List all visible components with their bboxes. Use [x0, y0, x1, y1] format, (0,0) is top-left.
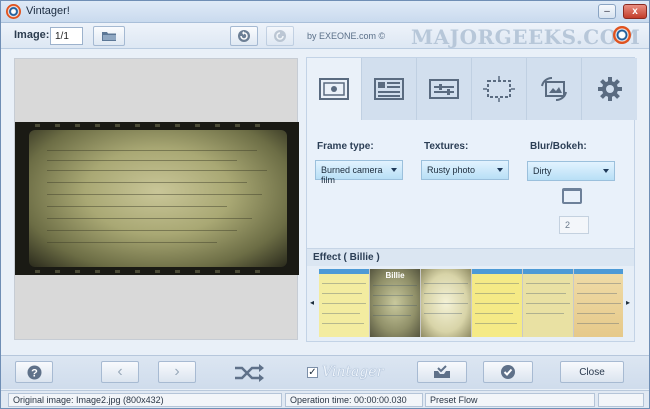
rotate-icon: [238, 30, 250, 42]
status-operation-time: Operation time: 00:00:00.030: [285, 393, 423, 407]
vintager-checkbox[interactable]: ✓: [307, 367, 318, 378]
chevron-down-icon: [391, 168, 397, 172]
tab-rotate[interactable]: [527, 58, 582, 120]
effect-thumbnail[interactable]: [319, 269, 369, 337]
chevron-down-icon: [603, 169, 609, 173]
blur-select[interactable]: Dirty: [527, 161, 615, 181]
rotate-right-button[interactable]: [266, 26, 294, 46]
close-window-button[interactable]: x: [623, 4, 647, 19]
textures-value: Rusty photo: [427, 165, 476, 175]
next-button[interactable]: ›: [158, 361, 196, 383]
effect-title: Effect ( Billie ): [313, 252, 380, 263]
textures-label: Textures:: [424, 141, 469, 152]
tab-frame[interactable]: [307, 58, 362, 120]
effect-thumbnail[interactable]: [574, 269, 623, 337]
image-index-field[interactable]: [50, 27, 83, 45]
vintager-logo-icon: [613, 26, 631, 44]
shuffle-icon[interactable]: [233, 364, 265, 382]
image-preview: [14, 58, 299, 340]
effect-thumbnail[interactable]: [472, 269, 522, 337]
toolbar: Image: by EXEONE.com © MAJORGEEKS.COM: [1, 23, 649, 49]
help-button[interactable]: ?: [15, 361, 53, 383]
frame-type-select[interactable]: Burned camera film: [315, 160, 403, 185]
tab-settings[interactable]: [582, 58, 637, 120]
blur-value: Dirty: [533, 166, 552, 176]
rotate-left-button[interactable]: [230, 26, 258, 46]
frame-type-value: Burned camera film: [321, 165, 383, 185]
inbox-check-icon: [434, 365, 450, 378]
effect-thumbnail-selected[interactable]: Billie: [370, 269, 420, 337]
crop-icon: [483, 76, 515, 102]
effect-thumbnail[interactable]: [421, 269, 471, 337]
settings-panel: Frame type: Burned camera film Textures:…: [306, 57, 637, 342]
brand-watermark: MAJORGEEKS.COM: [411, 25, 641, 49]
tab-adjust[interactable]: [417, 58, 472, 120]
gear-icon: [597, 77, 622, 101]
open-folder-button[interactable]: [93, 26, 125, 46]
effect-strip: Billie: [319, 269, 623, 337]
frame-icon: [319, 78, 349, 100]
close-button[interactable]: Close: [560, 361, 624, 383]
vintager-logo: Vintager: [322, 364, 384, 380]
app-logo-icon: [6, 4, 21, 19]
prev-effect-arrow[interactable]: ◂: [310, 298, 314, 307]
preview-photo: [15, 122, 299, 275]
bokeh-icon: [562, 188, 582, 204]
image-label: Image:: [14, 29, 50, 41]
apply-button[interactable]: [417, 361, 467, 383]
blur-amount-field[interactable]: 2: [559, 216, 589, 234]
app-window: Vintager! – x Image: by EXEONE.com © MAJ…: [0, 0, 650, 409]
sliders-icon: [429, 79, 459, 99]
svg-text:?: ?: [31, 367, 38, 379]
ok-button[interactable]: [483, 361, 533, 383]
next-effect-arrow[interactable]: ▸: [626, 298, 630, 307]
check-circle-icon: [501, 365, 515, 379]
status-original-image: Original image: Image2.jpg (800x432): [8, 393, 282, 407]
by-exeone-text: by EXEONE.com ©: [307, 31, 386, 41]
effect-header: Effect ( Billie ): [307, 248, 634, 266]
frame-type-label: Frame type:: [317, 141, 374, 152]
effect-thumbnail[interactable]: [523, 269, 573, 337]
minimize-button[interactable]: –: [598, 4, 616, 19]
rotate-image-icon: [541, 76, 567, 102]
status-preset: Preset Flow: [425, 393, 595, 407]
previous-button[interactable]: ‹: [101, 361, 139, 383]
folder-icon: [102, 32, 116, 41]
help-icon: ?: [27, 365, 41, 379]
window-title: Vintager!: [26, 5, 70, 17]
settings-tabs: [307, 58, 637, 120]
status-extra: [598, 393, 644, 407]
rotate-icon: [274, 30, 286, 42]
bottom-bar: ? ‹ › ✓ Vintager Close: [1, 355, 649, 389]
title-bar: Vintager! – x: [1, 1, 649, 23]
tab-crop[interactable]: [472, 58, 527, 120]
textures-select[interactable]: Rusty photo: [421, 160, 509, 180]
blur-label: Blur/Bokeh:: [530, 141, 587, 152]
thumbnail-label: Billie: [385, 271, 405, 280]
tab-texture[interactable]: [362, 58, 417, 120]
status-bar: Original image: Image2.jpg (800x432) Ope…: [1, 390, 649, 408]
texture-icon: [374, 78, 404, 100]
chevron-down-icon: [497, 168, 503, 172]
